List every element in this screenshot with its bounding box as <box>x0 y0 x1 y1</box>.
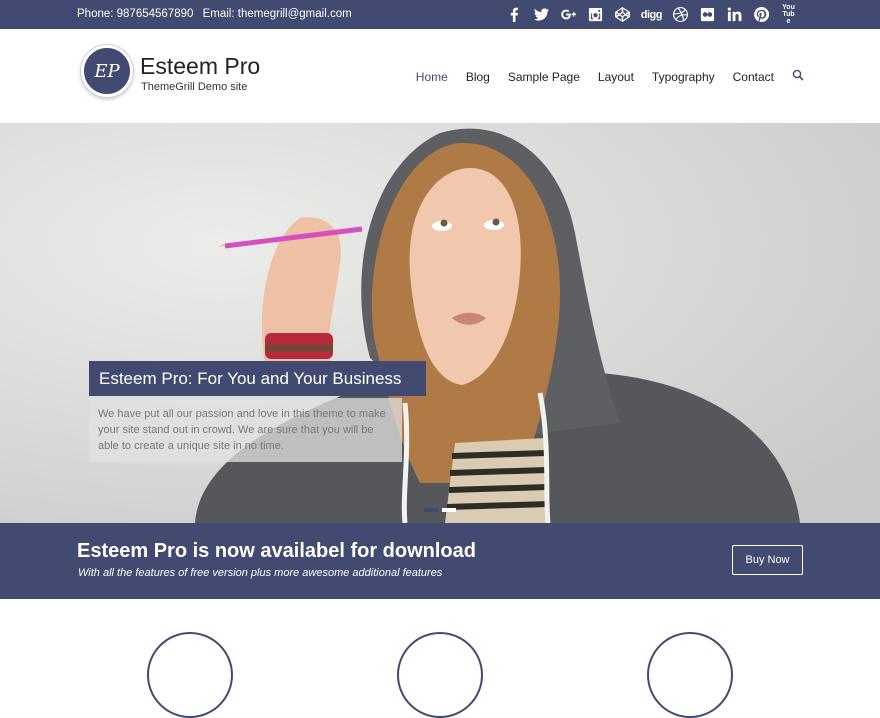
site-title[interactable]: Esteem Pro <box>140 53 260 80</box>
service-icon-circle-1 <box>147 632 233 718</box>
hero-image <box>0 123 880 523</box>
site-header: EP Esteem Pro ThemeGrill Demo site Home … <box>0 29 880 123</box>
call-to-action: Esteem Pro is now availabel for download… <box>0 523 880 599</box>
site-logo[interactable]: EP <box>81 45 133 97</box>
service-icon-circle-3 <box>647 632 733 718</box>
main-navigation: Home Blog Sample Page Layout Typography … <box>416 69 804 84</box>
slider-pager <box>424 508 456 512</box>
logo-text: EP <box>94 60 120 82</box>
slide-text: We have put all our passion and love in … <box>89 398 402 462</box>
nav-item-contact[interactable]: Contact <box>733 70 774 84</box>
slide-dot-2[interactable] <box>442 508 456 512</box>
search-icon[interactable] <box>792 69 804 84</box>
hero-slider <box>0 123 880 523</box>
cta-title: Esteem Pro is now availabel for download <box>77 540 476 562</box>
twitter-icon[interactable] <box>533 6 550 23</box>
nav-item-blog[interactable]: Blog <box>466 70 490 84</box>
slide-title[interactable]: Esteem Pro: For You and Your Business <box>89 361 426 396</box>
nav-item-typography[interactable]: Typography <box>652 70 715 84</box>
top-bar: Phone: 987654567890 Email: themegrill@gm… <box>0 0 880 29</box>
contact-info: Phone: 987654567890 Email: themegrill@gm… <box>77 8 358 20</box>
phone-text: Phone: 987654567890 <box>77 8 194 20</box>
nav-item-layout[interactable]: Layout <box>598 70 634 84</box>
digg-icon[interactable]: digg <box>640 6 663 23</box>
service-icon-circle-2 <box>397 632 483 718</box>
dribbble-icon[interactable] <box>672 6 689 23</box>
digg-label: digg <box>640 8 663 21</box>
cta-subtitle: With all the features of free version pl… <box>78 567 443 579</box>
flickr-icon[interactable] <box>699 6 716 23</box>
facebook-icon[interactable] <box>506 6 523 23</box>
youtube-icon[interactable]: You Tube <box>780 4 797 25</box>
email-text: Email: themegrill@gmail.com <box>202 8 352 20</box>
nav-item-home[interactable]: Home <box>416 70 448 84</box>
youtube-label: You Tube <box>782 4 795 25</box>
instagram-icon[interactable] <box>587 6 604 23</box>
pinterest-icon[interactable] <box>753 6 770 23</box>
social-links: digg You Tube <box>506 4 797 25</box>
linkedin-icon[interactable] <box>726 6 743 23</box>
buy-now-button[interactable]: Buy Now <box>732 545 803 575</box>
codepen-icon[interactable] <box>614 6 631 23</box>
nav-item-sample-page[interactable]: Sample Page <box>508 70 580 84</box>
google-plus-icon[interactable] <box>560 6 577 23</box>
site-description: ThemeGrill Demo site <box>141 81 248 93</box>
slide-dot-1[interactable] <box>424 508 438 512</box>
